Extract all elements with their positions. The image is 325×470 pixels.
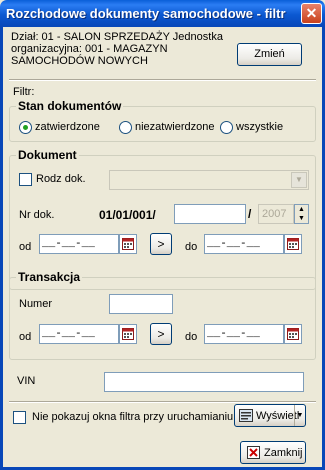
close-x-icon xyxy=(247,446,260,459)
transaction-date-to-label: do xyxy=(185,331,198,343)
year-spinner[interactable]: ▲ ▼ xyxy=(294,204,309,224)
filter-label: Filtr: xyxy=(13,86,35,98)
radio-unapproved-label[interactable]: niezatwierdzone xyxy=(135,121,215,133)
header-divider xyxy=(9,79,316,81)
doc-date-from-input[interactable]: __-__-__ xyxy=(39,234,119,254)
transaction-group: Transakcja Numer od __-__-__ > do __-__-… xyxy=(9,270,316,360)
transaction-next-button[interactable]: > xyxy=(150,323,172,345)
calendar-icon[interactable] xyxy=(284,234,302,254)
chevron-down-icon[interactable]: ▼ xyxy=(291,172,307,188)
transaction-date-from-input[interactable]: __-__-__ xyxy=(39,324,119,344)
transaction-date-from-label: od xyxy=(19,331,32,343)
status-group-title: Stan dokumentów xyxy=(16,99,124,113)
doc-number-slash: / xyxy=(248,207,252,221)
display-button-label: Wyświetl xyxy=(256,410,300,422)
radio-unapproved[interactable] xyxy=(119,121,132,134)
doc-year-value: 2007 xyxy=(262,208,287,220)
status-group: Stan dokumentów zatwierdzone niezatwierd… xyxy=(9,99,316,142)
calendar-icon[interactable] xyxy=(284,324,302,344)
hide-filter-checkbox[interactable] xyxy=(13,411,26,424)
calendar-icon[interactable] xyxy=(119,324,137,344)
doc-date-to-label: do xyxy=(185,241,198,253)
window-title: Rozchodowe dokumenty samochodowe - filtr xyxy=(6,6,286,21)
doc-next-button[interactable]: > xyxy=(150,233,172,255)
transaction-number-input[interactable] xyxy=(109,294,173,314)
calendar-icon[interactable] xyxy=(119,234,137,254)
spin-down-icon[interactable]: ▼ xyxy=(295,214,308,223)
chevron-down-icon[interactable]: ▼ xyxy=(294,405,305,426)
close-button[interactable]: Zamknij xyxy=(240,441,306,464)
radio-approved-label[interactable]: zatwierdzone xyxy=(35,121,100,133)
department-info: Dział: 01 - SALON SPRZEDAŻY Jednostka or… xyxy=(11,31,223,67)
doc-date-to-input[interactable]: __-__-__ xyxy=(204,234,284,254)
display-icon xyxy=(239,409,253,422)
window-close-button[interactable]: ✕ xyxy=(301,3,322,24)
doc-type-label[interactable]: Rodz dok. xyxy=(36,173,86,185)
doc-number-input[interactable] xyxy=(174,204,246,224)
radio-all[interactable] xyxy=(220,121,233,134)
radio-approved[interactable] xyxy=(19,121,32,134)
doc-type-checkbox[interactable] xyxy=(19,173,32,186)
display-button[interactable]: Wyświetl ▼ xyxy=(234,404,306,427)
vin-input[interactable] xyxy=(104,372,304,392)
doc-date-from-label: od xyxy=(19,241,32,253)
transaction-number-label: Numer xyxy=(19,298,53,310)
close-button-label: Zamknij xyxy=(264,447,303,459)
doc-type-select[interactable]: ▼ xyxy=(109,170,309,190)
spin-up-icon[interactable]: ▲ xyxy=(295,205,308,214)
document-group-title: Dokument xyxy=(16,148,79,162)
radio-all-label[interactable]: wszystkie xyxy=(236,121,283,133)
doc-year-input[interactable]: 2007 xyxy=(258,204,294,224)
window-body: Dział: 01 - SALON SPRZEDAŻY Jednostka or… xyxy=(0,27,325,470)
doc-number-prefix: 01/01/001/ xyxy=(99,208,156,222)
doc-number-label: Nr dok. xyxy=(19,209,55,221)
vin-label: VIN xyxy=(17,375,36,387)
footer-divider xyxy=(9,401,316,403)
hide-filter-label[interactable]: Nie pokazuj okna filtra przy uruchamiani… xyxy=(32,411,233,423)
change-button[interactable]: Zmień xyxy=(237,43,302,66)
title-bar: Rozchodowe dokumenty samochodowe - filtr… xyxy=(0,0,325,27)
transaction-date-to-input[interactable]: __-__-__ xyxy=(204,324,284,344)
transaction-group-title: Transakcja xyxy=(16,270,83,284)
